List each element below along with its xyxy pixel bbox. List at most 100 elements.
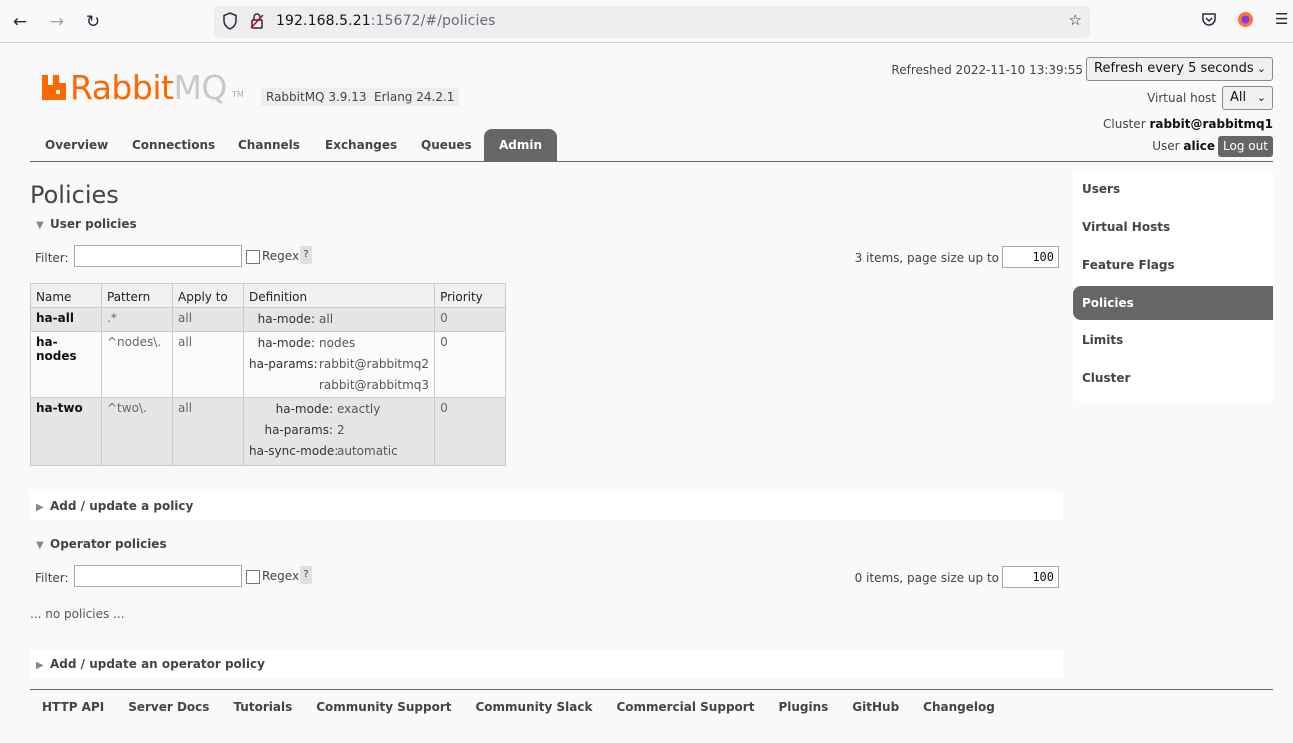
footer-link-github[interactable]: GitHub: [852, 700, 899, 714]
logo-wordmark: RabbitMQ: [70, 68, 227, 107]
definition-value: exactly: [337, 402, 381, 416]
table-row[interactable]: ha-all .* all ha-mode: all 0: [30, 307, 507, 332]
policy-name-link[interactable]: ha-nodes: [30, 331, 102, 398]
virtual-host-select[interactable]: All ⌄: [1222, 86, 1273, 110]
sidebar-item-limits[interactable]: Limits: [1073, 323, 1273, 357]
definition-entry: ha-mode: nodes: [249, 333, 429, 354]
tab-connections[interactable]: Connections: [117, 128, 230, 162]
regex-help-button[interactable]: ?: [300, 246, 312, 264]
refresh-interval-select[interactable]: Refresh every 5 seconds ⌄: [1086, 57, 1273, 81]
footer-link-commercial-support[interactable]: Commercial Support: [616, 700, 754, 714]
column-header-apply-to[interactable]: Apply to: [172, 283, 244, 308]
sidebar-item-cluster[interactable]: Cluster: [1073, 361, 1273, 395]
add-operator-policy-header[interactable]: ▶ Add / update an operator policy: [36, 657, 265, 671]
user-policies-title: User policies: [50, 217, 137, 231]
user-name: alice: [1183, 139, 1215, 153]
footer-link-community-support[interactable]: Community Support: [316, 700, 451, 714]
forward-arrow-icon[interactable]: →: [46, 11, 68, 33]
policy-definition: ha-mode: exactly ha-params: 2 ha-sync-mode…: [242, 397, 436, 466]
add-policy-section[interactable]: ▶ Add / update a policy: [30, 492, 1063, 520]
triangle-right-icon: ▶: [36, 502, 44, 513]
refresh-interval-value: Refresh every 5 seconds: [1094, 61, 1254, 76]
tab-channels[interactable]: Channels: [223, 128, 315, 162]
tab-admin[interactable]: Admin: [484, 129, 558, 162]
page-title: Policies: [30, 181, 119, 209]
table-row[interactable]: ha-nodes ^nodes\. all ha-mode: nodes ha-p…: [30, 331, 507, 398]
policy-apply-to: all: [172, 307, 244, 332]
tab-overview[interactable]: Overview: [30, 128, 123, 162]
footer-link-community-slack[interactable]: Community Slack: [475, 700, 592, 714]
sidebar-item-users[interactable]: Users: [1073, 172, 1273, 206]
lock-insecure-icon[interactable]: [250, 12, 264, 34]
column-header-priority[interactable]: Priority: [434, 283, 507, 308]
url-path: :15672/#/policies: [370, 13, 496, 29]
sidebar-item-feature-flags[interactable]: Feature Flags: [1073, 248, 1273, 282]
table-row[interactable]: ha-two ^two\. all ha-mode: exactly ha-par…: [30, 397, 507, 466]
definition-value: rabbit@rabbitmq3: [319, 378, 430, 392]
definition-value: 2: [337, 423, 345, 437]
user-policies-pager-label: 3 items, page size up to: [854, 251, 999, 265]
bookmark-star-icon[interactable]: ☆: [1069, 11, 1082, 29]
definition-entry: ha-params: 2: [249, 420, 429, 441]
operator-policies-regex-checkbox[interactable]: [246, 570, 260, 584]
table-header-row: Name Pattern Apply to Definition Priorit…: [30, 283, 507, 308]
chevron-down-icon: ⌄: [1256, 62, 1266, 75]
footer-link-http-api[interactable]: HTTP API: [42, 700, 104, 714]
logout-button[interactable]: Log out: [1218, 136, 1273, 157]
virtual-host-label: Virtual host: [1147, 91, 1216, 105]
operator-policies-title: Operator policies: [50, 537, 167, 551]
definition-entry: ha-mode: exactly: [249, 399, 429, 420]
column-header-name[interactable]: Name: [30, 283, 102, 308]
add-policy-header[interactable]: ▶ Add / update a policy: [36, 499, 193, 513]
definition-value: nodes: [319, 336, 356, 350]
admin-sidebar: Users Virtual Hosts Feature Flags Polici…: [1073, 171, 1273, 401]
footer-link-server-docs[interactable]: Server Docs: [128, 700, 209, 714]
logo-mq: MQ: [173, 68, 227, 107]
user-policies-regex-checkbox[interactable]: [246, 250, 260, 264]
definition-key: ha-mode:: [275, 402, 333, 416]
sidebar-item-virtual-hosts[interactable]: Virtual Hosts: [1073, 210, 1273, 244]
tab-exchanges[interactable]: Exchanges: [310, 128, 412, 162]
definition-entry: ha-params:rabbit@rabbitmq2: [249, 354, 429, 375]
user-policies-filter-input[interactable]: [74, 245, 242, 267]
operator-policies-filter-input[interactable]: [74, 565, 242, 587]
operator-policies-header[interactable]: ▼ Operator policies: [36, 537, 167, 551]
sidebar-item-policies[interactable]: Policies: [1073, 286, 1273, 320]
reload-icon[interactable]: ↻: [82, 11, 104, 33]
add-operator-policy-section[interactable]: ▶ Add / update an operator policy: [30, 650, 1063, 678]
triangle-right-icon: ▶: [36, 660, 44, 671]
footer-link-changelog[interactable]: Changelog: [923, 700, 995, 714]
regex-label: Regex: [262, 249, 300, 263]
operator-policies-page-size-input[interactable]: 100: [1002, 566, 1059, 588]
policy-priority: 0: [434, 397, 507, 466]
tab-queues[interactable]: Queues: [406, 128, 487, 162]
policy-apply-to: all: [172, 331, 244, 398]
regex-label: Regex: [262, 569, 300, 583]
pocket-icon[interactable]: [1201, 11, 1217, 31]
policy-name-link[interactable]: ha-two: [30, 397, 102, 466]
url-text[interactable]: 192.168.5.21:15672/#/policies: [276, 13, 496, 29]
column-header-pattern[interactable]: Pattern: [101, 283, 173, 308]
regex-help-button[interactable]: ?: [300, 566, 312, 584]
definition-key: ha-params:: [249, 357, 318, 371]
definition-value: rabbit@rabbitmq2: [319, 357, 430, 371]
user-policies-page-size-input[interactable]: 100: [1002, 246, 1059, 268]
footer-link-tutorials[interactable]: Tutorials: [233, 700, 292, 714]
filter-label: Filter:: [35, 571, 69, 585]
virtual-host-value: All: [1230, 90, 1247, 105]
shield-icon[interactable]: [222, 12, 238, 34]
user-policies-header[interactable]: ▼ User policies: [36, 217, 137, 231]
menu-hamburger-icon[interactable]: ☰: [1275, 10, 1288, 28]
erlang-version: Erlang 24.2.1: [369, 88, 460, 106]
column-header-definition[interactable]: Definition: [242, 283, 436, 308]
url-bar[interactable]: 192.168.5.21:15672/#/policies ☆: [214, 6, 1090, 38]
add-operator-policy-title: Add / update an operator policy: [50, 657, 265, 671]
firefox-account-icon[interactable]: [1237, 11, 1254, 32]
triangle-down-icon: ▼: [36, 540, 44, 551]
definition-entry: ha-sync-mode:automatic: [249, 441, 429, 462]
logo-trademark: TM: [232, 90, 244, 99]
cluster-info: Cluster rabbit@rabbitmq1: [1103, 117, 1273, 131]
back-arrow-icon[interactable]: ←: [9, 11, 31, 33]
footer-link-plugins[interactable]: Plugins: [778, 700, 828, 714]
policy-name-link[interactable]: ha-all: [30, 307, 102, 332]
